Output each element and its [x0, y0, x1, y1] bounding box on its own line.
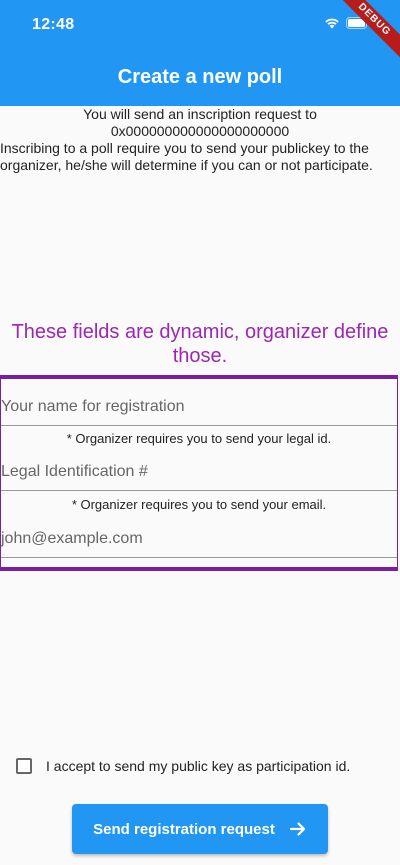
app-bar: 12:48 DEBUG Create a new poll: [0, 0, 400, 106]
intro-text: You will send an inscription request to …: [0, 106, 400, 174]
intro-description: Inscribing to a poll require you to send…: [0, 140, 373, 173]
dynamic-fields-box: * Organizer requires you to send your le…: [0, 375, 398, 571]
organizer-address: 0x000000000000000000000: [110, 123, 290, 139]
legal-id-field[interactable]: [1, 449, 397, 492]
page-title: Create a new poll: [117, 66, 283, 88]
consent-checkbox[interactable]: [16, 758, 32, 774]
legal-id-note: * Organizer requires you to send your le…: [66, 431, 332, 446]
legal-id-input[interactable]: [1, 449, 397, 492]
debug-banner: DEBUG: [325, 0, 400, 69]
screen: 12:48 DEBUG Create a new poll You will s…: [0, 0, 400, 865]
dynamic-fields-note: These fields are dynamic, organizer defi…: [11, 321, 389, 367]
consent-label: I accept to send my public key as partic…: [46, 758, 351, 774]
name-input[interactable]: [1, 384, 397, 427]
email-field[interactable]: [1, 516, 397, 559]
name-field[interactable]: [1, 384, 397, 427]
wifi-icon: [325, 18, 339, 29]
send-button-label: Send registration request: [93, 820, 275, 838]
send-registration-button[interactable]: Send registration request: [72, 804, 328, 854]
consent-row[interactable]: I accept to send my public key as partic…: [16, 758, 350, 774]
email-note: * Organizer requires you to send your em…: [71, 497, 327, 512]
intro-line: You will send an inscription request to: [83, 106, 317, 122]
status-time: 12:48: [32, 16, 75, 33]
arrow-right-icon: [289, 822, 305, 836]
email-input[interactable]: [1, 516, 397, 559]
